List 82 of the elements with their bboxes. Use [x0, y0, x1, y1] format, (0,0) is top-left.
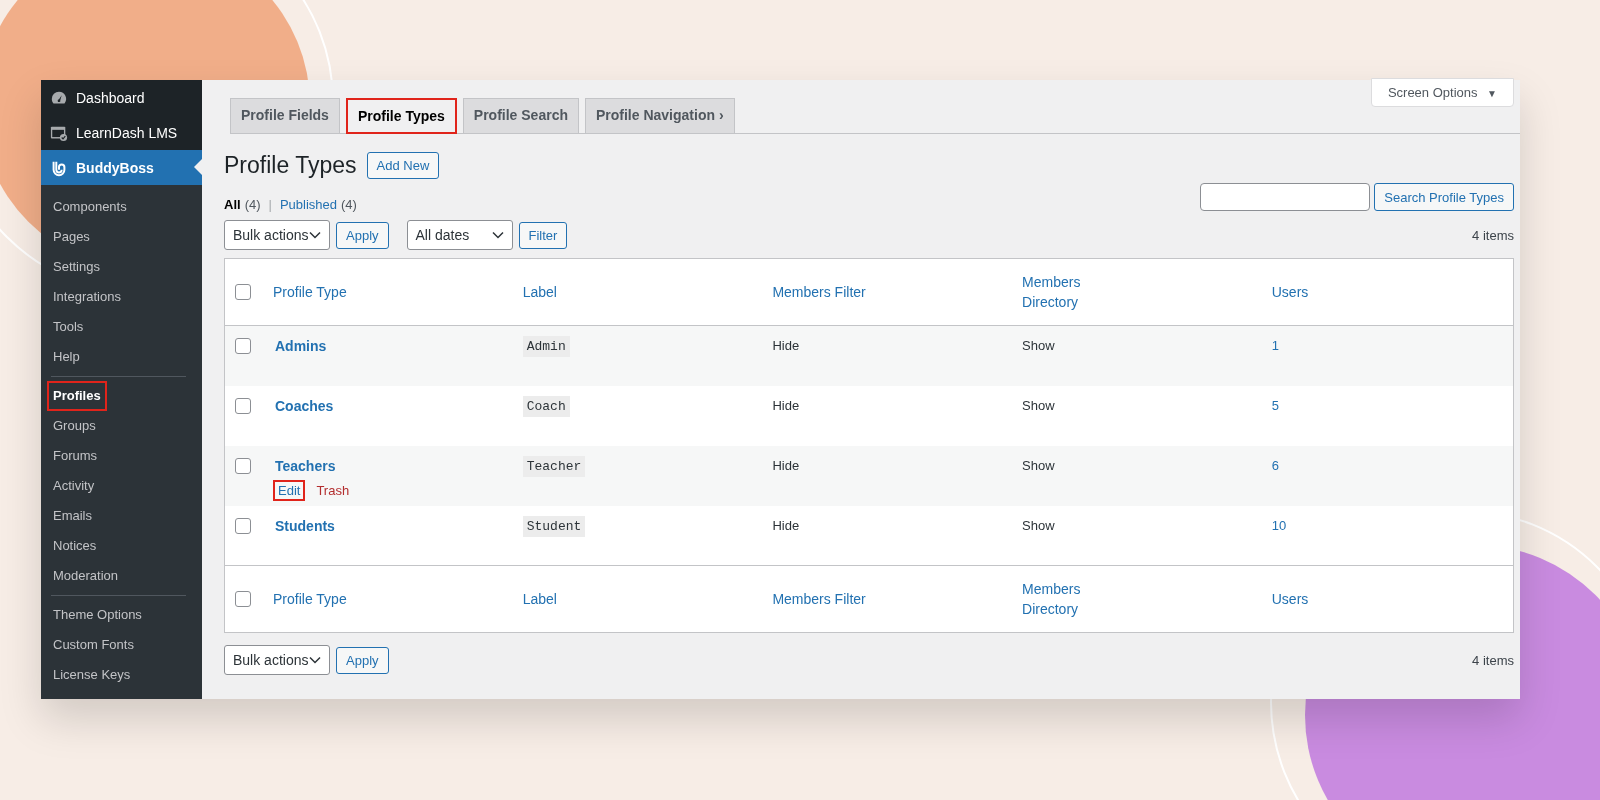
sidebar-submenu-item[interactable]: Custom Fonts	[47, 630, 140, 660]
column-header[interactable]: Members Filter	[772, 588, 866, 609]
chevron-down-icon	[309, 231, 321, 239]
row-checkbox[interactable]	[235, 517, 251, 534]
table-cell: Hide	[772, 338, 800, 353]
sidebar-submenu-item[interactable]: Pages	[47, 222, 96, 252]
users-count-link[interactable]: 1	[1271, 338, 1279, 353]
label-code: Teacher	[522, 455, 586, 477]
items-count: 4 items	[1472, 652, 1514, 668]
nav-tab[interactable]: Profile Types	[345, 98, 457, 134]
sidebar-menu-item[interactable]: BuddyBoss	[41, 150, 202, 185]
column-header[interactable]: Label	[522, 588, 557, 609]
users-count-link[interactable]: 5	[1271, 397, 1279, 413]
select-all-checkbox[interactable]	[235, 591, 251, 607]
view-count: (4)	[341, 197, 357, 212]
add-new-button[interactable]: Add New	[366, 152, 440, 179]
profile-type-link[interactable]: Admins	[275, 338, 327, 354]
users-count-link[interactable]: 6	[1271, 457, 1279, 473]
dates-dropdown[interactable]: All dates	[406, 220, 513, 250]
sidebar-submenu-item[interactable]: Forums	[47, 441, 104, 471]
profile-type-link[interactable]: Coaches	[275, 397, 334, 414]
search-button[interactable]: Search Profile Types	[1374, 183, 1514, 211]
table-cell: Show	[1022, 338, 1055, 353]
sidebar-submenu-item[interactable]: Settings	[47, 252, 106, 282]
bulk-actions-dropdown[interactable]: Bulk actions	[224, 220, 330, 250]
sidebar-submenu-item[interactable]: Profiles	[47, 381, 107, 411]
search-field[interactable]	[1200, 183, 1371, 211]
column-header[interactable]: Profile Type	[273, 281, 347, 302]
sidebar-submenu-item[interactable]: Groups	[47, 411, 102, 441]
table-cell: Show	[1022, 517, 1055, 533]
column-header[interactable]: Label	[522, 281, 557, 302]
sidebar-submenu-item[interactable]: Components	[47, 192, 133, 222]
sidebar-submenu-item[interactable]: Moderation	[47, 561, 125, 591]
view-count: (4)	[244, 197, 261, 212]
row-checkbox[interactable]	[235, 338, 251, 354]
row-action-link[interactable]: Trash	[311, 479, 355, 501]
row-action-link[interactable]: Edit	[273, 479, 306, 501]
table-cell: Show	[1022, 397, 1055, 413]
column-header[interactable]: Users	[1271, 588, 1309, 609]
nav-tab[interactable]: Profile Fields	[230, 98, 340, 133]
separator: |	[268, 197, 272, 212]
profile-type-link[interactable]: Teachers	[275, 457, 336, 474]
table-cell: Show	[1022, 457, 1055, 473]
view-filter-link[interactable]: All	[224, 197, 241, 212]
items-count: 4 items	[1472, 227, 1514, 243]
sidebar-submenu-item[interactable]: Notices	[47, 531, 103, 561]
sidebar-submenu-item[interactable]: Integrations	[47, 282, 127, 312]
sidebar-menu-item[interactable]: LearnDash LMS	[41, 115, 202, 150]
chevron-down-icon	[491, 231, 504, 239]
apply-button[interactable]: Apply	[336, 646, 389, 674]
column-header[interactable]: Members Filter	[772, 281, 866, 302]
bulk-actions-dropdown[interactable]: Bulk actions	[224, 645, 330, 675]
column-header[interactable]: Members Directory	[1022, 578, 1081, 619]
sidebar-menu-item[interactable]: Dashboard	[41, 80, 202, 115]
table-cell: Hide	[772, 397, 800, 413]
table-cell: Hide	[772, 457, 800, 473]
page-title: Profile Types	[224, 152, 357, 179]
nav-tab[interactable]: Profile Search	[462, 98, 579, 133]
label-code: Coach	[522, 395, 570, 417]
view-filter-link[interactable]: Published	[279, 197, 337, 212]
users-count-link[interactable]: 10	[1271, 517, 1287, 533]
screen-options-button[interactable]: Screen Options ▼	[1370, 78, 1514, 107]
apply-button[interactable]: Apply	[336, 221, 389, 249]
row-checkbox[interactable]	[235, 397, 251, 414]
select-all-checkbox[interactable]	[235, 284, 251, 300]
column-header[interactable]: Users	[1271, 281, 1309, 302]
label-code: Admin	[522, 336, 570, 357]
sidebar-submenu-item[interactable]: Theme Options	[47, 600, 148, 630]
chevron-down-icon	[309, 656, 321, 664]
nav-tab[interactable]: Profile Navigation ›	[584, 98, 735, 133]
sidebar-submenu-item[interactable]: Emails	[47, 501, 98, 531]
table-cell: Hide	[772, 517, 800, 533]
sidebar-submenu-item[interactable]: Tools	[47, 312, 90, 342]
filter-button[interactable]: Filter	[518, 221, 568, 249]
sidebar-submenu-item[interactable]: License Keys	[47, 660, 137, 690]
column-header[interactable]: Profile Type	[273, 588, 347, 609]
profile-type-link[interactable]: Students	[275, 517, 335, 534]
column-header[interactable]: Members Directory	[1022, 271, 1081, 312]
sidebar-submenu-item[interactable]: Help	[47, 342, 86, 372]
label-code: Student	[522, 515, 586, 537]
row-checkbox[interactable]	[235, 457, 251, 474]
sidebar-submenu-item[interactable]: Activity	[47, 471, 101, 501]
